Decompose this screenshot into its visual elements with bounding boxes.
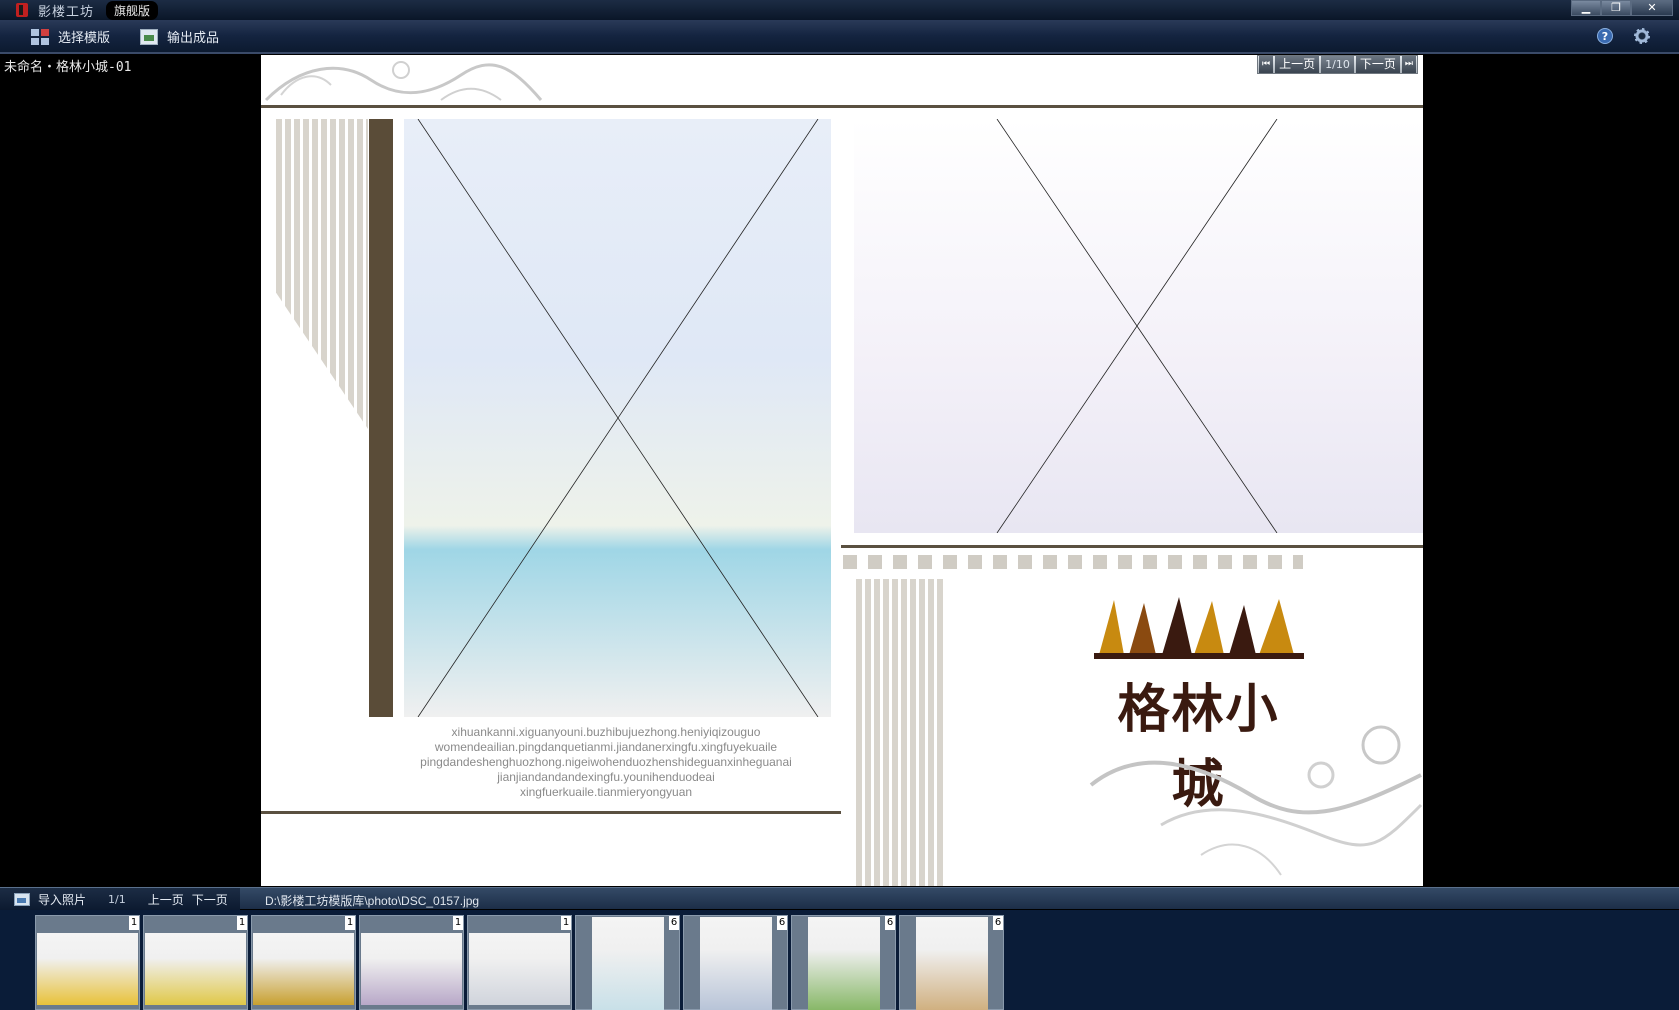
export-product-button[interactable]: 输出成品 [140, 27, 219, 46]
close-button[interactable]: ✕ [1631, 0, 1673, 16]
tree-logo-icon [1094, 597, 1304, 659]
minimize-button[interactable]: ▁ [1571, 0, 1601, 16]
thumbnail-image [253, 933, 354, 1005]
select-template-label: 选择模版 [58, 31, 111, 46]
export-product-label: 输出成品 [167, 31, 220, 46]
select-template-button[interactable]: 选择模版 [31, 27, 110, 46]
app-title: 影楼工坊 [38, 4, 95, 20]
middle-divider [841, 545, 1423, 548]
thumbnail-image [361, 933, 462, 1005]
usage-count-badge: 6 [777, 916, 787, 930]
caption-line: xingfuerkuaile.tianmieryongyuan [519, 785, 693, 799]
import-photo-icon[interactable] [14, 892, 30, 906]
filmstrip-next-button[interactable]: 下一页 [192, 891, 228, 908]
export-image-icon [140, 28, 158, 45]
import-photo-button[interactable]: 导入照片 [38, 891, 86, 908]
current-photo-path: D:\影楼工坊模版库\photo\DSC_0157.jpg [265, 894, 480, 908]
page-pager: ⏮ 上一页 1/10 下一页 ⏭ [1257, 55, 1418, 74]
bottom-divider [261, 811, 841, 814]
photo-thumbnail[interactable]: 1 [359, 915, 464, 1010]
thumbnail-image [808, 917, 880, 1010]
usage-count-badge: 6 [669, 916, 679, 930]
help-icon[interactable]: ? [1597, 28, 1613, 44]
top-divider [261, 105, 1423, 108]
usage-count-badge: 6 [885, 916, 895, 930]
usage-count-badge: 1 [237, 916, 247, 930]
filmstrip-prev-button[interactable]: 上一页 [148, 891, 184, 908]
window-controls: ▁ ❐ ✕ [1571, 0, 1673, 16]
caption-line: womendeailian.pingdanquetianmi.jiandaner… [434, 740, 778, 754]
thumbnail-image [592, 917, 664, 1010]
left-stripe-decoration [276, 119, 368, 429]
usage-count-badge: 1 [129, 916, 139, 930]
brown-floral-bar [369, 119, 393, 717]
thumbnail-image [916, 917, 988, 1010]
project-name: 未命名・格林小城-01 [4, 60, 132, 75]
first-page-icon[interactable]: ⏮ [1259, 56, 1274, 73]
caption-text-block[interactable]: xihuankanni.xiguanyouni.buzhibujuezhong.… [381, 725, 831, 800]
photo-frame-right[interactable] [854, 119, 1423, 533]
last-page-icon[interactable]: ⏭ [1401, 56, 1416, 73]
restore-button[interactable]: ❐ [1601, 0, 1631, 16]
album-page-canvas[interactable]: xihuankanni.xiguanyouni.buzhibujuezhong.… [261, 55, 1423, 886]
usage-count-badge: 6 [993, 916, 1003, 930]
photo-thumbnail[interactable]: 1 [467, 915, 572, 1010]
thumbnail-image [145, 933, 246, 1005]
thumbnail-image [469, 933, 570, 1005]
page-count: 1/10 [1321, 56, 1354, 73]
edition-badge: 旗舰版 [106, 0, 159, 20]
photo-thumbnail[interactable]: 6 [683, 915, 788, 1010]
thumbnail-strip: 1 1 1 1 1 6 6 6 6 [0, 910, 1679, 1010]
caption-line: jianjiandandandexingfu.younihenduodeai [497, 770, 715, 784]
filmstrip-controls: 导入照片 1/1 上一页 下一页 [0, 888, 240, 910]
gear-icon[interactable] [1634, 28, 1650, 44]
photo-thumbnail[interactable]: 6 [575, 915, 680, 1010]
caption-line: pingdandeshenghuozhong.nigeiwohenduozhen… [420, 755, 792, 769]
photo-thumbnail[interactable]: 1 [251, 915, 356, 1010]
floral-decoration [1089, 725, 1423, 876]
usage-count-badge: 1 [345, 916, 355, 930]
placeholder-x-icon [996, 119, 1278, 533]
title-bar: 影楼工坊 旗舰版 ▁ ❐ ✕ [0, 0, 1679, 20]
next-page-button[interactable]: 下一页 [1355, 56, 1400, 73]
template-grid-icon [31, 28, 49, 45]
app-logo-icon [16, 3, 28, 17]
filmstrip-header: 导入照片 1/1 上一页 下一页 D:\影楼工坊模版库\photo\DSC_01… [0, 887, 1679, 910]
thumbnail-image [700, 917, 772, 1010]
thumbnail-image [37, 933, 138, 1005]
usage-count-badge: 1 [453, 916, 463, 930]
usage-count-badge: 1 [561, 916, 571, 930]
filmstrip-page-count: 1/1 [108, 892, 126, 906]
photo-thumbnail[interactable]: 6 [899, 915, 1004, 1010]
main-toolbar: 选择模版 输出成品 [0, 20, 1679, 54]
photo-thumbnail[interactable]: 1 [143, 915, 248, 1010]
photo-thumbnail[interactable]: 1 [35, 915, 140, 1010]
right-stripe-decoration [856, 579, 946, 886]
photo-frame-left[interactable] [404, 119, 831, 717]
caption-line: xihuankanni.xiguanyouni.buzhibujuezhong.… [451, 725, 761, 739]
square-dots-decoration [843, 555, 1303, 569]
swirl-decoration [264, 61, 543, 102]
photo-thumbnail[interactable]: 6 [791, 915, 896, 1010]
placeholder-x-icon [417, 119, 819, 717]
prev-page-button[interactable]: 上一页 [1275, 56, 1320, 73]
